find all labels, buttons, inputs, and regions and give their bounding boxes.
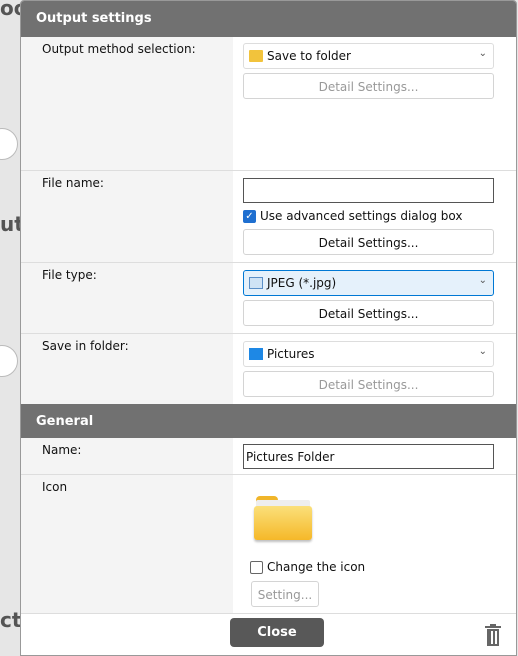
file-name-detail-button[interactable]: Detail Settings... [243, 229, 494, 255]
output-settings-dialog: Output settings Output method selection:… [20, 0, 517, 656]
output-method-detail-button[interactable]: Detail Settings... [243, 73, 494, 99]
chevron-down-icon: ⌄ [478, 346, 487, 357]
icon-setting-button[interactable]: Setting... [251, 581, 319, 607]
output-method-row: Output method selection: Save to folder ⌄… [21, 37, 516, 171]
edit-icon[interactable] [0, 128, 18, 160]
name-input[interactable]: Pictures Folder [243, 444, 494, 469]
save-folder-value: Pictures [267, 347, 315, 361]
file-type-row: File type: JPEG (*.jpg) ⌄ Detail Settings… [21, 263, 516, 334]
background-text: ct [0, 608, 22, 632]
change-icon-label: Change the icon [267, 560, 366, 574]
section-header-general: General [21, 404, 516, 438]
icon-label: Icon [21, 475, 233, 613]
file-name-label: File name: [21, 171, 233, 262]
dialog-footer: Close [21, 614, 516, 655]
file-type-value: JPEG (*.jpg) [267, 276, 337, 290]
file-name-row: File name: ✓ Use advanced settings dialog… [21, 171, 516, 263]
checkmark-icon: ✓ [243, 209, 256, 223]
checkbox-box [250, 560, 263, 574]
file-type-detail-button[interactable]: Detail Settings... [243, 300, 494, 326]
save-folder-select[interactable]: Pictures ⌄ [243, 341, 494, 367]
name-row: Name: Pictures Folder [21, 438, 516, 475]
close-button[interactable]: Close [230, 618, 324, 647]
chevron-down-icon: ⌄ [478, 275, 487, 286]
output-method-label: Output method selection: [21, 37, 233, 170]
file-type-label: File type: [21, 263, 233, 333]
pictures-icon [249, 348, 263, 360]
edit-icon[interactable] [0, 345, 18, 377]
change-icon-checkbox[interactable]: Change the icon [250, 560, 365, 574]
save-folder-label: Save in folder: [21, 334, 233, 404]
name-label: Name: [21, 438, 233, 474]
folder-icon [249, 50, 263, 62]
chevron-down-icon: ⌄ [478, 48, 487, 59]
save-folder-row: Save in folder: Pictures ⌄ Detail Setting… [21, 334, 516, 404]
output-method-value: Save to folder [267, 49, 351, 63]
output-method-select[interactable]: Save to folder ⌄ [243, 43, 494, 69]
file-type-select[interactable]: JPEG (*.jpg) ⌄ [243, 270, 494, 296]
advanced-settings-checkbox[interactable]: ✓ Use advanced settings dialog box [243, 209, 462, 223]
folder-icon-preview [254, 496, 312, 540]
image-file-icon [249, 277, 263, 289]
trash-icon[interactable] [485, 624, 501, 646]
icon-row: Icon Change the icon Setting... [21, 475, 516, 614]
advanced-settings-label: Use advanced settings dialog box [260, 209, 463, 223]
save-folder-detail-button[interactable]: Detail Settings... [243, 371, 494, 397]
section-header-output: Output settings [21, 1, 516, 37]
file-name-input[interactable] [243, 178, 494, 203]
